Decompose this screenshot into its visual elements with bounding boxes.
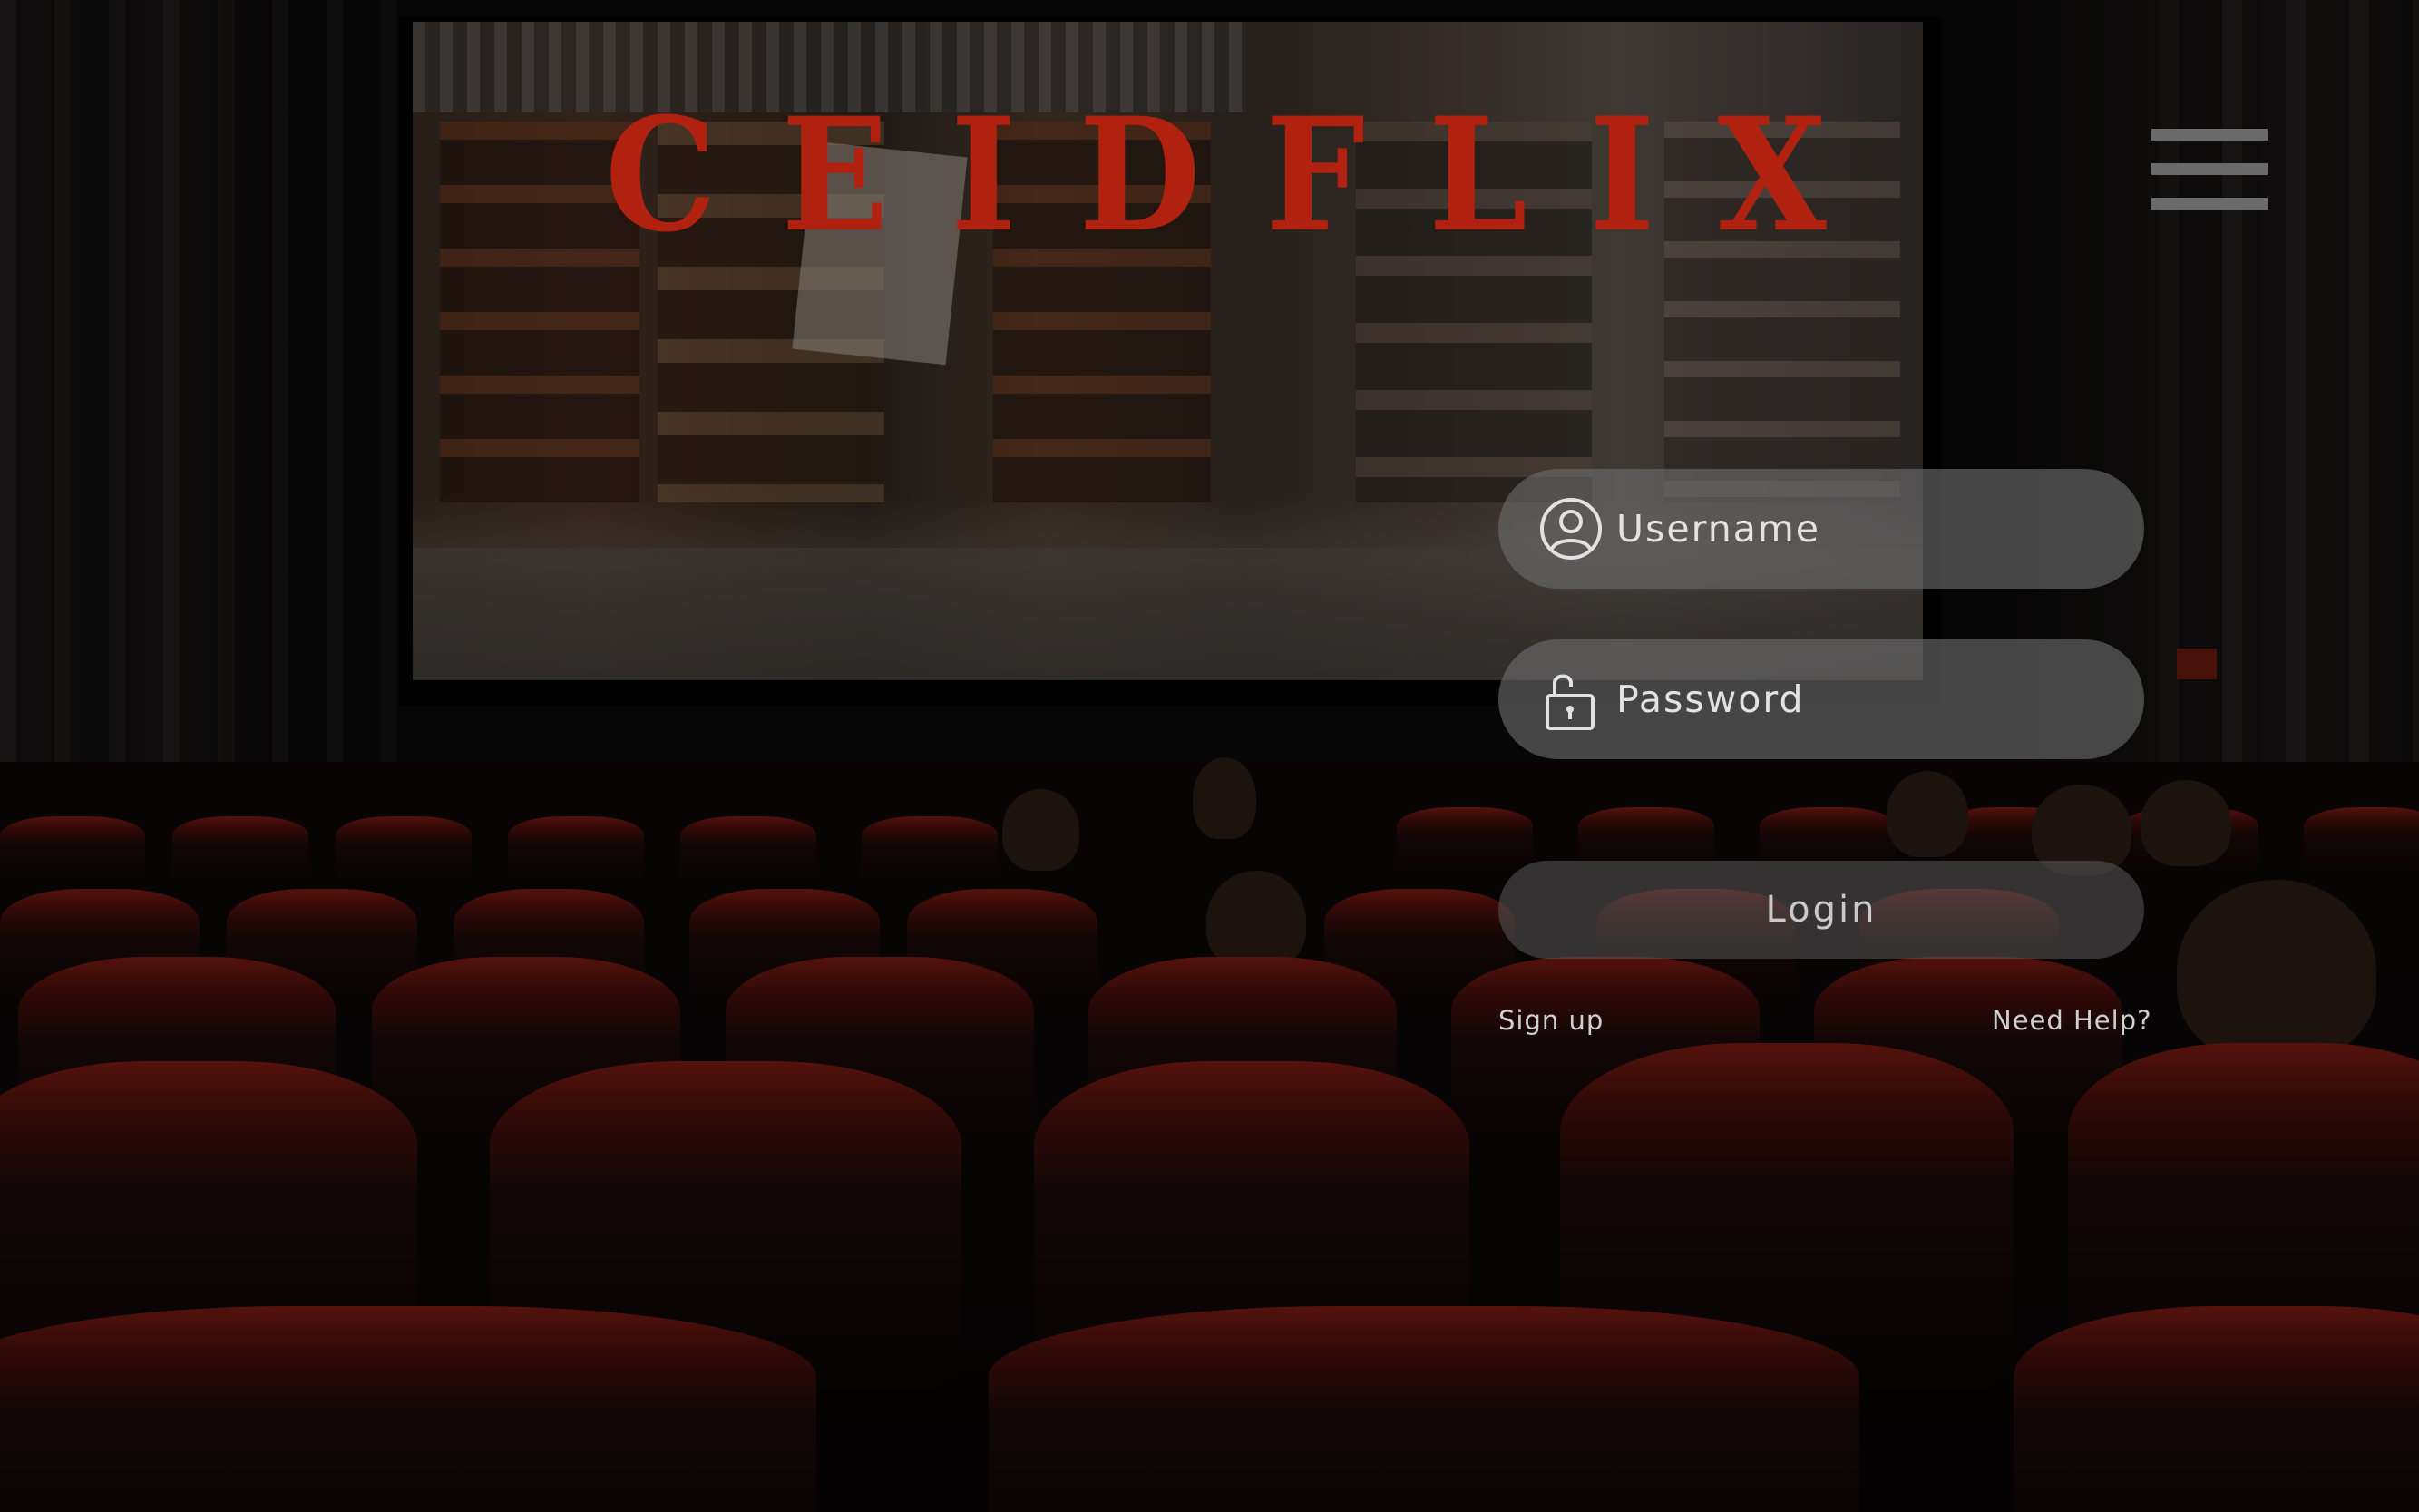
menu-bar bbox=[2151, 198, 2268, 210]
hamburger-menu-button[interactable] bbox=[2151, 129, 2268, 212]
logo-letter: E bbox=[781, 83, 889, 267]
username-input[interactable] bbox=[1616, 469, 2106, 589]
logo-letter: D bbox=[1078, 83, 1201, 267]
password-input[interactable] bbox=[1616, 639, 2106, 759]
login-page: CEIDFLIX Login Sign up Need Help? bbox=[0, 0, 2419, 1512]
need-help-link[interactable]: Need Help? bbox=[1992, 1005, 2152, 1036]
username-field-container bbox=[1498, 469, 2144, 589]
app-logo: CEIDFLIX bbox=[599, 83, 1832, 267]
unlocked-padlock-icon bbox=[1546, 674, 1595, 730]
logo-letter: C bbox=[604, 83, 717, 267]
logo-letter: L bbox=[1429, 83, 1528, 267]
user-icon bbox=[1540, 498, 1602, 560]
sign-up-link[interactable]: Sign up bbox=[1498, 1005, 1604, 1036]
logo-letter: X bbox=[1717, 83, 1827, 267]
password-field-container bbox=[1498, 639, 2144, 759]
logo-letter: F bbox=[1265, 83, 1366, 267]
login-button[interactable]: Login bbox=[1498, 861, 2144, 959]
menu-bar bbox=[2151, 129, 2268, 141]
menu-bar bbox=[2151, 163, 2268, 175]
logo-letter: I bbox=[1589, 83, 1655, 267]
logo-letter: I bbox=[950, 83, 1017, 267]
